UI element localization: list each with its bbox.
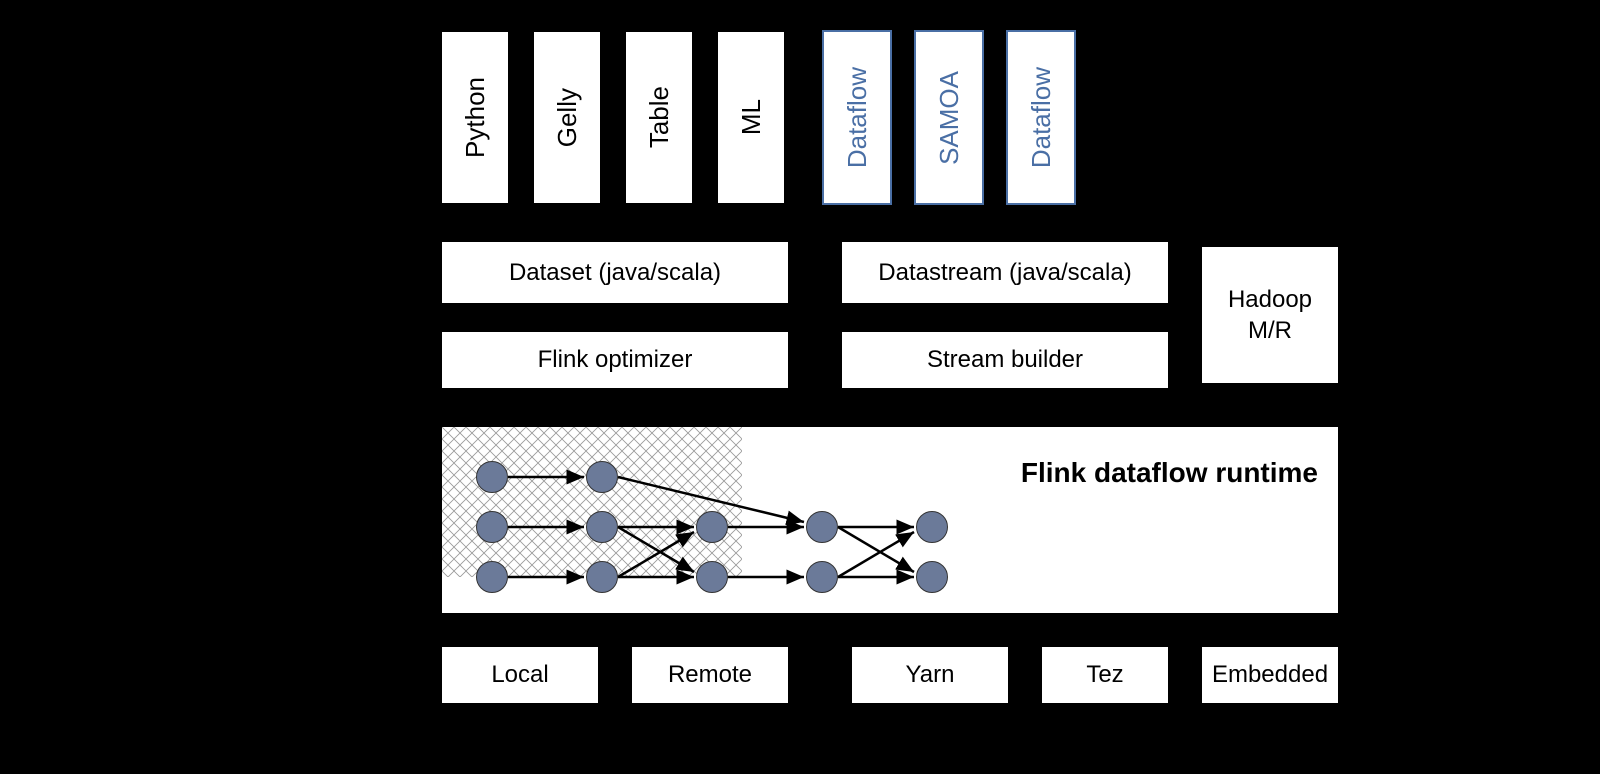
graph-node <box>586 561 618 593</box>
graph-node <box>916 561 948 593</box>
graph-node <box>806 511 838 543</box>
box-embedded: Embedded <box>1200 645 1340 705</box>
label-embedded: Embedded <box>1212 661 1328 689</box>
label-ml: ML <box>736 99 767 135</box>
box-local: Local <box>440 645 600 705</box>
graph-node <box>696 561 728 593</box>
box-datastream: Datastream (java/scala) <box>840 240 1170 305</box>
box-ml: ML <box>716 30 786 205</box>
label-mr: M/R <box>1248 315 1292 346</box>
label-table: Table <box>644 86 675 148</box>
box-dataflow-batch: Dataflow <box>822 30 892 205</box>
label-gelly: Gelly <box>552 88 583 147</box>
label-runtime: Flink dataflow runtime <box>1021 457 1318 489</box>
box-samoa: SAMOA <box>914 30 984 205</box>
box-python: Python <box>440 30 510 205</box>
label-python: Python <box>460 77 491 158</box>
label-dataset: Dataset (java/scala) <box>509 259 721 287</box>
graph-node <box>916 511 948 543</box>
box-table: Table <box>624 30 694 205</box>
graph-node <box>806 561 838 593</box>
label-stream-builder: Stream builder <box>927 346 1083 374</box>
box-dataset: Dataset (java/scala) <box>440 240 790 305</box>
label-yarn: Yarn <box>906 661 955 689</box>
box-hadoop-mr: Hadoop M/R <box>1200 245 1340 385</box>
label-datastream: Datastream (java/scala) <box>878 259 1131 287</box>
graph-node <box>696 511 728 543</box>
label-dataflow-stream: Dataflow <box>1026 67 1057 168</box>
box-yarn: Yarn <box>850 645 1010 705</box>
label-optimizer: Flink optimizer <box>538 346 693 374</box>
box-gelly: Gelly <box>532 30 602 205</box>
label-tez: Tez <box>1086 661 1123 689</box>
graph-node <box>586 461 618 493</box>
box-runtime: Flink dataflow runtime <box>440 425 1340 615</box>
graph-node <box>586 511 618 543</box>
graph-node <box>476 561 508 593</box>
box-optimizer: Flink optimizer <box>440 330 790 390</box>
label-hadoop: Hadoop <box>1228 284 1312 315</box>
label-local: Local <box>491 661 548 689</box>
box-remote: Remote <box>630 645 790 705</box>
graph-node <box>476 511 508 543</box>
label-remote: Remote <box>668 661 752 689</box>
box-stream-builder: Stream builder <box>840 330 1170 390</box>
box-dataflow-stream: Dataflow <box>1006 30 1076 205</box>
label-dataflow-batch: Dataflow <box>842 67 873 168</box>
box-tez: Tez <box>1040 645 1170 705</box>
graph-node <box>476 461 508 493</box>
label-samoa: SAMOA <box>934 71 965 165</box>
